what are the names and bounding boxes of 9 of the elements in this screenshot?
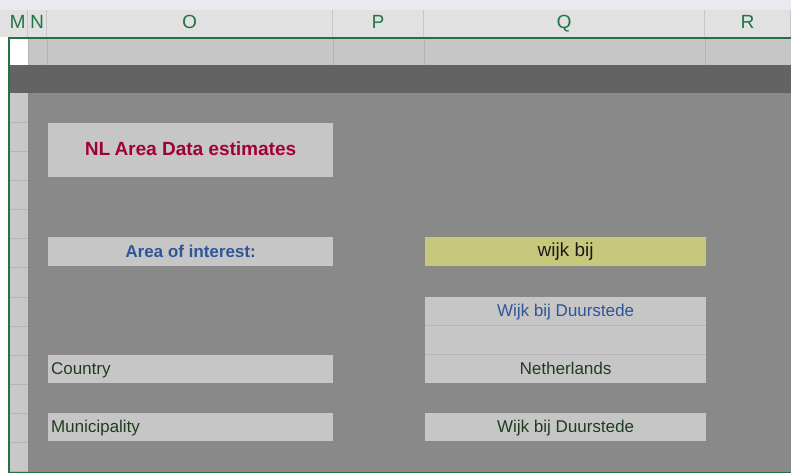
row-value: Netherlands — [425, 355, 706, 383]
row-label: Municipality — [48, 413, 333, 441]
area-input-field[interactable]: wijk bij — [425, 237, 706, 266]
area-label: Area of interest: — [48, 237, 333, 266]
title-cell: NL Area Data estimates — [48, 123, 333, 177]
match-cell: Wijk bij Duurstede — [425, 297, 706, 326]
row-label: Country — [48, 355, 333, 383]
row-value: Wijk bij Duurstede — [425, 413, 706, 441]
active-cell[interactable] — [10, 39, 28, 65]
